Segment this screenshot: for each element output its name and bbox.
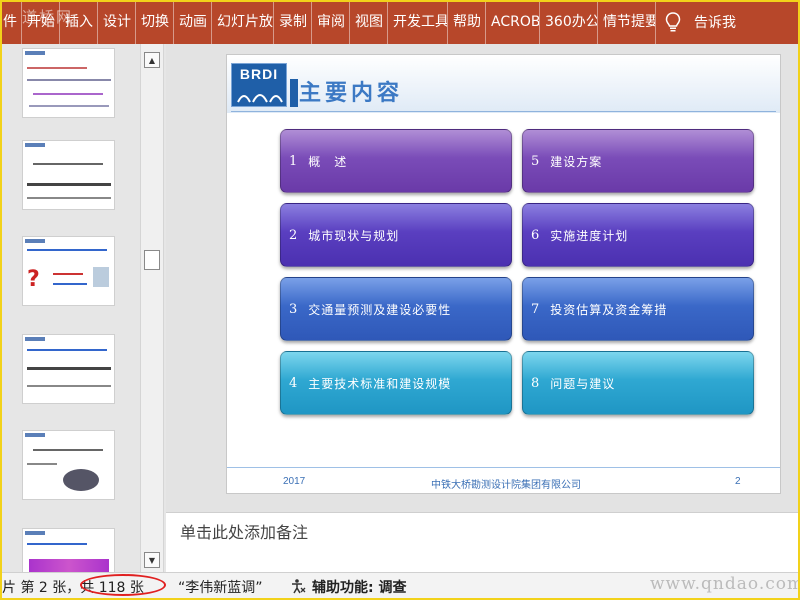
accessibility-status[interactable]: 辅助功能: 调查: [312, 577, 406, 597]
slide-thumbnail[interactable]: [22, 48, 115, 118]
notes-placeholder[interactable]: 单击此处添加备注: [180, 519, 308, 543]
footer-page-number: 2: [735, 476, 741, 487]
notes-pane[interactable]: 单击此处添加备注: [166, 512, 800, 572]
site-watermark: 道桥网: [22, 8, 74, 26]
item-number: 1: [289, 153, 299, 169]
tab-developer[interactable]: 开发工具: [388, 0, 448, 44]
slide-thumbnail[interactable]: [22, 140, 115, 210]
tab-transitions[interactable]: 切换: [136, 0, 174, 44]
title-accent-bar: [290, 79, 298, 107]
item-text: 城市现状与规划: [308, 228, 400, 243]
item-text: 建设方案: [550, 154, 603, 169]
accessibility-icon[interactable]: [290, 578, 306, 598]
tab-acrobat[interactable]: ACROBAT: [486, 0, 540, 44]
lightbulb-icon[interactable]: [656, 0, 690, 44]
footer-divider: [227, 467, 780, 468]
bridge-arch-icon: [237, 94, 283, 103]
content-item-3[interactable]: 3 交通量预测及建设必要性: [280, 277, 512, 341]
slide-editing-area: BRDI 主要内容 1 概 述 2 城市现状与规划 3 交通量预测及建设必要性: [166, 44, 800, 512]
slide-thumbnail[interactable]: [22, 528, 115, 572]
thumbnail-scrollbar[interactable]: ▲ ▼: [140, 44, 164, 572]
item-text: 实施进度计划: [550, 228, 629, 243]
item-text: 问题与建议: [550, 376, 616, 391]
current-slide[interactable]: BRDI 主要内容 1 概 述 2 城市现状与规划 3 交通量预测及建设必要性: [226, 54, 781, 494]
content-item-6[interactable]: 6 实施进度计划: [522, 203, 754, 267]
header-divider: [231, 111, 776, 112]
site-url-watermark: www.qndao.com: [650, 574, 800, 594]
content-item-2[interactable]: 2 城市现状与规划: [280, 203, 512, 267]
slide-thumbnail-pane: ?: [0, 44, 140, 572]
content-item-1[interactable]: 1 概 述: [280, 129, 512, 193]
tab-review[interactable]: 审阅: [312, 0, 350, 44]
item-number: 5: [531, 153, 541, 169]
tab-file[interactable]: 件: [0, 0, 22, 44]
highlight-circle-annotation: [80, 574, 166, 596]
item-text: 交通量预测及建设必要性: [308, 302, 452, 317]
slide-thumbnail[interactable]: ?: [22, 236, 115, 306]
brdi-logo: BRDI: [231, 63, 287, 107]
tab-slideshow[interactable]: 幻灯片放: [212, 0, 274, 44]
content-item-5[interactable]: 5 建设方案: [522, 129, 754, 193]
slide-thumbnail[interactable]: [22, 430, 115, 500]
tab-360office[interactable]: 360办公: [540, 0, 598, 44]
content-item-8[interactable]: 8 问题与建议: [522, 351, 754, 415]
slide-header: BRDI 主要内容: [227, 55, 780, 113]
item-number: 6: [531, 227, 541, 243]
item-number: 2: [289, 227, 299, 243]
status-bar: 片 第 2 张，共 118 张 “李伟新蓝调” 辅助功能: 调查 www.qnd…: [0, 572, 800, 600]
tab-storyboard[interactable]: 情节提要: [598, 0, 656, 44]
tab-record[interactable]: 录制: [274, 0, 312, 44]
slide-title: 主要内容: [299, 80, 404, 106]
ribbon-tabs: 件 开始 插入 设计 切换 动画 幻灯片放 录制 审阅 视图 开发工具 帮助 A…: [0, 0, 800, 44]
tab-design[interactable]: 设计: [98, 0, 136, 44]
scroll-down-arrow-icon[interactable]: ▼: [144, 552, 160, 568]
item-number: 3: [289, 301, 299, 317]
content-item-4[interactable]: 4 主要技术标准和建设规模: [280, 351, 512, 415]
item-number: 8: [531, 375, 541, 391]
scroll-up-arrow-icon[interactable]: ▲: [144, 52, 160, 68]
tab-help[interactable]: 帮助: [448, 0, 486, 44]
slide-thumbnail[interactable]: [22, 334, 115, 404]
content-item-7[interactable]: 7 投资估算及资金筹措: [522, 277, 754, 341]
item-number: 7: [531, 301, 541, 317]
item-number: 4: [289, 375, 299, 391]
scrollbar-thumb[interactable]: [144, 250, 160, 270]
tab-animations[interactable]: 动画: [174, 0, 212, 44]
theme-name-status[interactable]: “李伟新蓝调”: [178, 577, 263, 597]
item-text: 主要技术标准和建设规模: [308, 376, 452, 391]
item-text: 概 述: [308, 154, 348, 169]
footer-year: 2017: [283, 476, 306, 487]
item-text: 投资估算及资金筹措: [550, 302, 668, 317]
tell-me-search[interactable]: 告诉我: [690, 12, 736, 32]
tab-view[interactable]: 视图: [350, 0, 388, 44]
footer-company: 中铁大桥勘测设计院集团有限公司: [431, 480, 581, 491]
